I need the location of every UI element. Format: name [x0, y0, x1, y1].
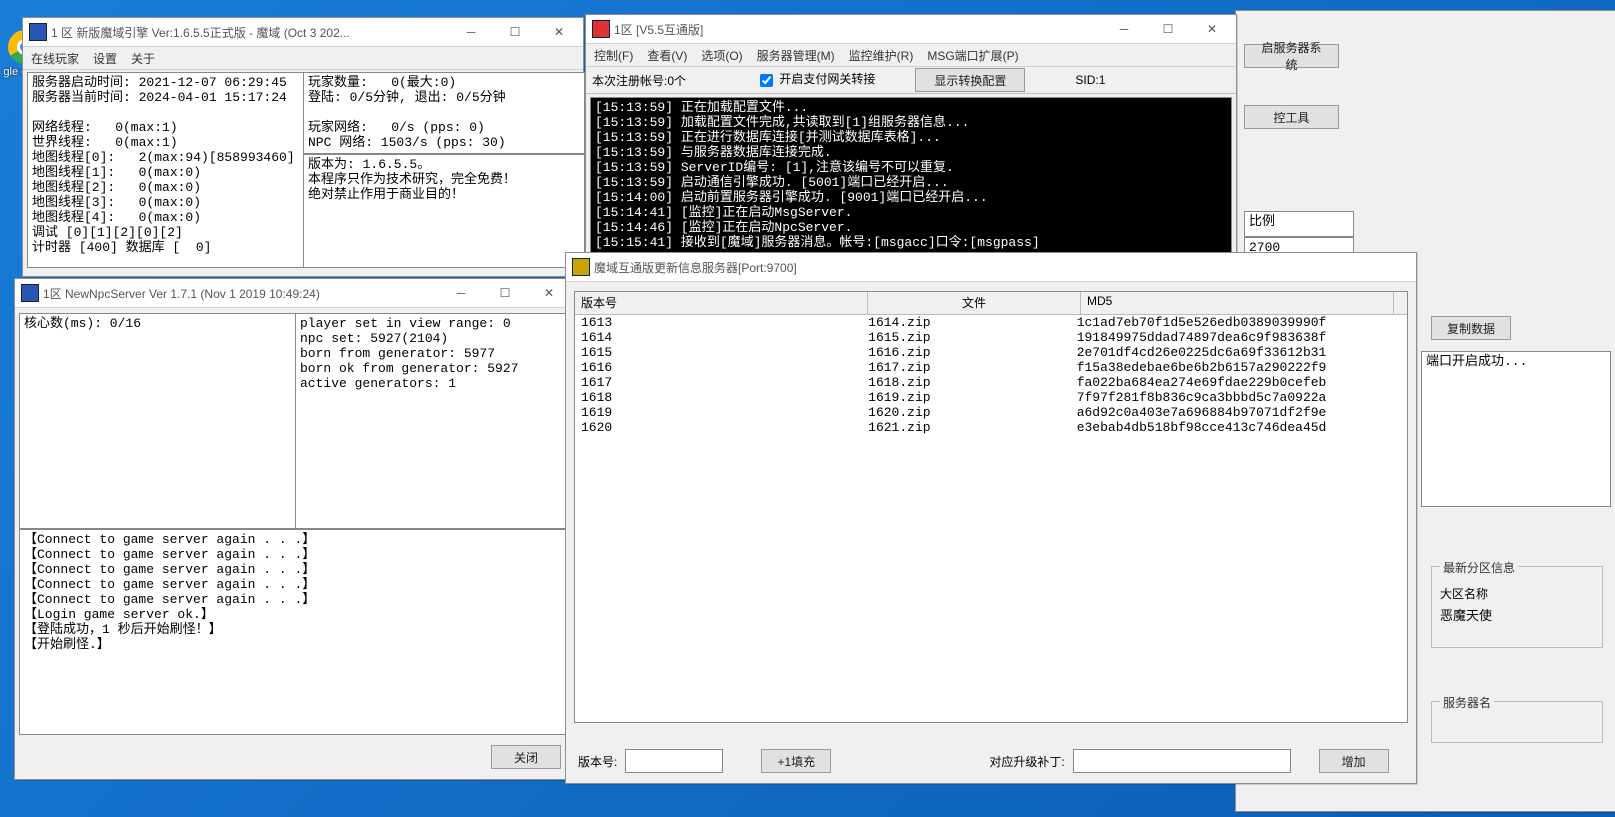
- window-title: 1区 NewNpcServer Ver 1.7.1 (Nov 1 2019 10…: [43, 285, 439, 302]
- maximize-button[interactable]: ☐: [1146, 16, 1190, 42]
- minimize-button[interactable]: ─: [439, 280, 483, 306]
- window-title: 魔域互通版更新信息服务器[Port:9700]: [594, 259, 1414, 276]
- titlebar[interactable]: 魔域互通版更新信息服务器[Port:9700]: [566, 253, 1416, 282]
- close-button[interactable]: ✕: [537, 19, 581, 45]
- version-label: 版本号:: [578, 753, 617, 770]
- menu-options[interactable]: 选项(O): [701, 47, 742, 64]
- interop-window[interactable]: 1区 [V5.5互通版] ─ ☐ ✕ 控制(F) 查看(V) 选项(O) 服务器…: [585, 14, 1237, 256]
- ratio-label: 比例: [1244, 211, 1354, 237]
- col-version[interactable]: 版本号: [575, 292, 868, 314]
- patch-input[interactable]: [1073, 749, 1291, 773]
- table-row[interactable]: 16191620.zipa6d92c0a403e7a696884b97071df…: [575, 405, 1407, 420]
- table-row[interactable]: 16161617.zipf15a38edebae6be6b2b6157a2902…: [575, 360, 1407, 375]
- menubar[interactable]: 在线玩家 设置 关于: [23, 47, 583, 70]
- close-button[interactable]: ✕: [1190, 16, 1234, 42]
- port-log-panel: 端口开启成功...: [1421, 351, 1611, 507]
- app-icon: [572, 258, 590, 276]
- engine-left-panel: 服务器启动时间: 2021-12-07 06:29:45 服务器当前时间: 20…: [27, 72, 307, 268]
- toolbar: 本次注册帐号:0个 开启支付网关转接 显示转换配置 SID:1: [586, 67, 1236, 94]
- npc-log-panel: 【Connect to game server again . . .】 【Co…: [19, 529, 577, 735]
- titlebar[interactable]: 1区 [V5.5互通版] ─ ☐ ✕: [586, 15, 1236, 44]
- minimize-button[interactable]: ─: [449, 19, 493, 45]
- npc-stats-panel: player set in view range: 0 npc set: 592…: [295, 313, 577, 529]
- desktop: www.aae.ink www.aae.ink www.aae.ink www.…: [0, 0, 1615, 817]
- plus1-button[interactable]: +1填充: [761, 749, 831, 773]
- close-button-bottom[interactable]: 关闭: [491, 745, 561, 769]
- gateway-check-label: 开启支付网关转接: [779, 72, 875, 86]
- col-file[interactable]: 文件: [868, 292, 1081, 314]
- server-name-label: 服务器名: [1440, 694, 1494, 711]
- npc-cores-panel: 核心数(ms): 0/16: [19, 313, 299, 529]
- table-row[interactable]: 16141615.zip191849975ddad74897dea6c9f983…: [575, 330, 1407, 345]
- zone-name-value: 恶魔天使: [1440, 605, 1492, 624]
- zone-name-label: 大区名称: [1440, 585, 1488, 602]
- menu-about[interactable]: 关于: [131, 50, 155, 67]
- app-icon: [21, 284, 39, 302]
- table-row[interactable]: 16201621.zipe3ebab4db518bf98cce413c746de…: [575, 420, 1407, 435]
- engine-window[interactable]: 1 区 新版魔域引擎 Ver:1.6.5.5正式版 - 魔域 (Oct 3 20…: [22, 17, 584, 277]
- menu-settings[interactable]: 设置: [93, 50, 117, 67]
- table-row[interactable]: 16131614.zip1c1ad7eb70f1d5e526edb0389039…: [575, 315, 1407, 330]
- app-icon: [592, 20, 610, 38]
- menu-view[interactable]: 查看(V): [647, 47, 687, 64]
- add-button[interactable]: 增加: [1319, 749, 1389, 773]
- patch-label: 对应升级补丁:: [989, 753, 1064, 770]
- col-md5[interactable]: MD5: [1081, 292, 1394, 314]
- titlebar[interactable]: 1区 NewNpcServer Ver 1.7.1 (Nov 1 2019 10…: [15, 279, 573, 308]
- server-name-box: 服务器名: [1431, 701, 1603, 743]
- reg-count-label: 本次注册帐号:0个: [592, 72, 686, 89]
- version-input[interactable]: [625, 749, 723, 773]
- list-body[interactable]: 16131614.zip1c1ad7eb70f1d5e526edb0389039…: [575, 315, 1407, 435]
- app-icon: [29, 23, 47, 41]
- copy-data-button[interactable]: 复制数据: [1431, 316, 1511, 340]
- menu-online[interactable]: 在线玩家: [31, 50, 79, 67]
- latest-zone-box: 最新分区信息 大区名称 恶魔天使: [1431, 566, 1603, 648]
- window-title: 1 区 新版魔域引擎 Ver:1.6.5.5正式版 - 魔域 (Oct 3 20…: [51, 24, 449, 41]
- zone-group-title: 最新分区信息: [1440, 559, 1518, 576]
- titlebar[interactable]: 1 区 新版魔域引擎 Ver:1.6.5.5正式版 - 魔域 (Oct 3 20…: [23, 18, 583, 47]
- menubar[interactable]: 控制(F) 查看(V) 选项(O) 服务器管理(M) 监控维护(R) MSG端口…: [586, 44, 1236, 67]
- maximize-button[interactable]: ☐: [483, 280, 527, 306]
- start-server-button[interactable]: 启服务器系统: [1244, 44, 1339, 68]
- menu-msg[interactable]: MSG端口扩展(P): [927, 47, 1018, 64]
- table-row[interactable]: 16181619.zip7f97f281f8b836c9ca3bbbd5c7a0…: [575, 390, 1407, 405]
- bottom-bar: 版本号: +1填充 对应升级补丁: 增加: [578, 749, 1389, 773]
- show-config-button[interactable]: 显示转换配置: [915, 68, 1025, 92]
- watch-tool-button[interactable]: 控工具: [1244, 105, 1339, 129]
- sid-label: SID:1: [1075, 73, 1105, 87]
- list-header: 版本号 文件 MD5: [575, 292, 1407, 315]
- minimize-button[interactable]: ─: [1102, 16, 1146, 42]
- gateway-checkbox[interactable]: [760, 74, 773, 87]
- update-server-window[interactable]: 魔域互通版更新信息服务器[Port:9700] 版本号 文件 MD5 16131…: [565, 252, 1417, 784]
- update-list[interactable]: 版本号 文件 MD5 16131614.zip1c1ad7eb70f1d5e52…: [574, 291, 1408, 723]
- menu-server[interactable]: 服务器管理(M): [757, 47, 835, 64]
- window-title: 1区 [V5.5互通版]: [614, 21, 1102, 38]
- console-panel[interactable]: [15:13:59] 正在加载配置文件... [15:13:59] 加载配置文件…: [590, 97, 1232, 253]
- maximize-button[interactable]: ☐: [493, 19, 537, 45]
- npc-server-window[interactable]: 1区 NewNpcServer Ver 1.7.1 (Nov 1 2019 10…: [14, 278, 574, 780]
- menu-control[interactable]: 控制(F): [594, 47, 633, 64]
- menu-monitor[interactable]: 监控维护(R): [849, 47, 914, 64]
- table-row[interactable]: 16151616.zip2e701df4cd26e0225dc6a69f3361…: [575, 345, 1407, 360]
- engine-right-bot-panel: 版本为: 1.6.5.5。 本程序只作为技术研究，完全免费！ 绝对禁止作用于商业…: [303, 154, 585, 268]
- engine-right-top-panel: 玩家数量: 0(最大:0) 登陆: 0/5分钟, 退出: 0/5分钟 玩家网络:…: [303, 72, 585, 154]
- table-row[interactable]: 16171618.zipfa022ba684ea274e69fdae229b0c…: [575, 375, 1407, 390]
